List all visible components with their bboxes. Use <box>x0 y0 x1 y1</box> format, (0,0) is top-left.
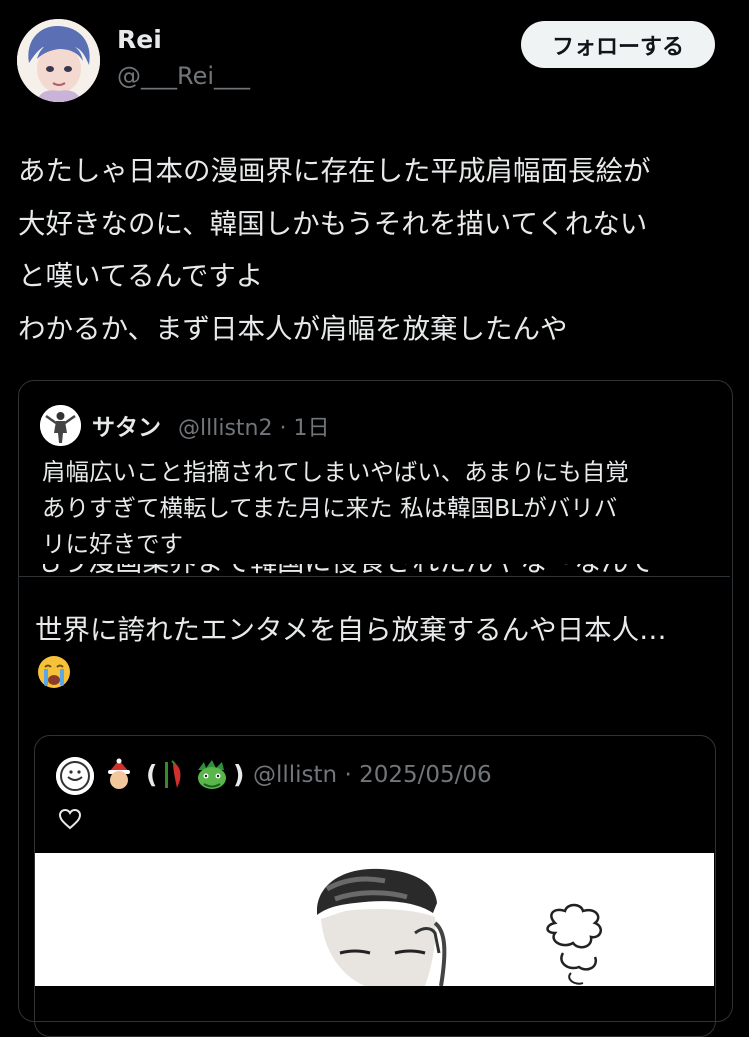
heart-icon[interactable] <box>58 807 82 831</box>
quote-avatar[interactable] <box>40 405 81 446</box>
avatar[interactable] <box>17 19 100 102</box>
nested-name-paren-open: ( <box>146 760 158 789</box>
nested-meta[interactable]: @lllistn · 2025/05/06 <box>253 762 492 788</box>
quote-display-name[interactable]: サタン <box>92 408 161 442</box>
manga-illustration-image[interactable] <box>35 853 714 986</box>
crying-face-emoji-icon <box>37 655 71 689</box>
quote-text: 肩幅広いこと指摘されてしまいやばい、あまりにも自覚 ありすぎて横転してまた月に来… <box>42 458 629 558</box>
divider <box>19 576 730 577</box>
nested-name-paren-close: ) <box>233 760 245 789</box>
chili-emoji-icon <box>161 758 189 792</box>
santa-emoji-icon <box>103 758 135 792</box>
display-name[interactable]: Rei <box>117 25 162 54</box>
follow-button[interactable]: フォローする <box>521 21 715 68</box>
user-handle[interactable]: @___Rei___ <box>117 62 250 90</box>
dragon-emoji-icon <box>194 758 230 792</box>
post-text: あたしゃ日本の漫画界に存在した平成肩幅面長絵が 大好きなのに、韓国しかもうそれを… <box>18 155 651 345</box>
nested-avatar[interactable] <box>56 757 94 795</box>
quote-meta[interactable]: @lllistn2 · 1日 <box>178 410 329 442</box>
quote-text-continued: 世界に誇れたエンタメを自ら放棄するんや日本人… <box>35 614 667 646</box>
